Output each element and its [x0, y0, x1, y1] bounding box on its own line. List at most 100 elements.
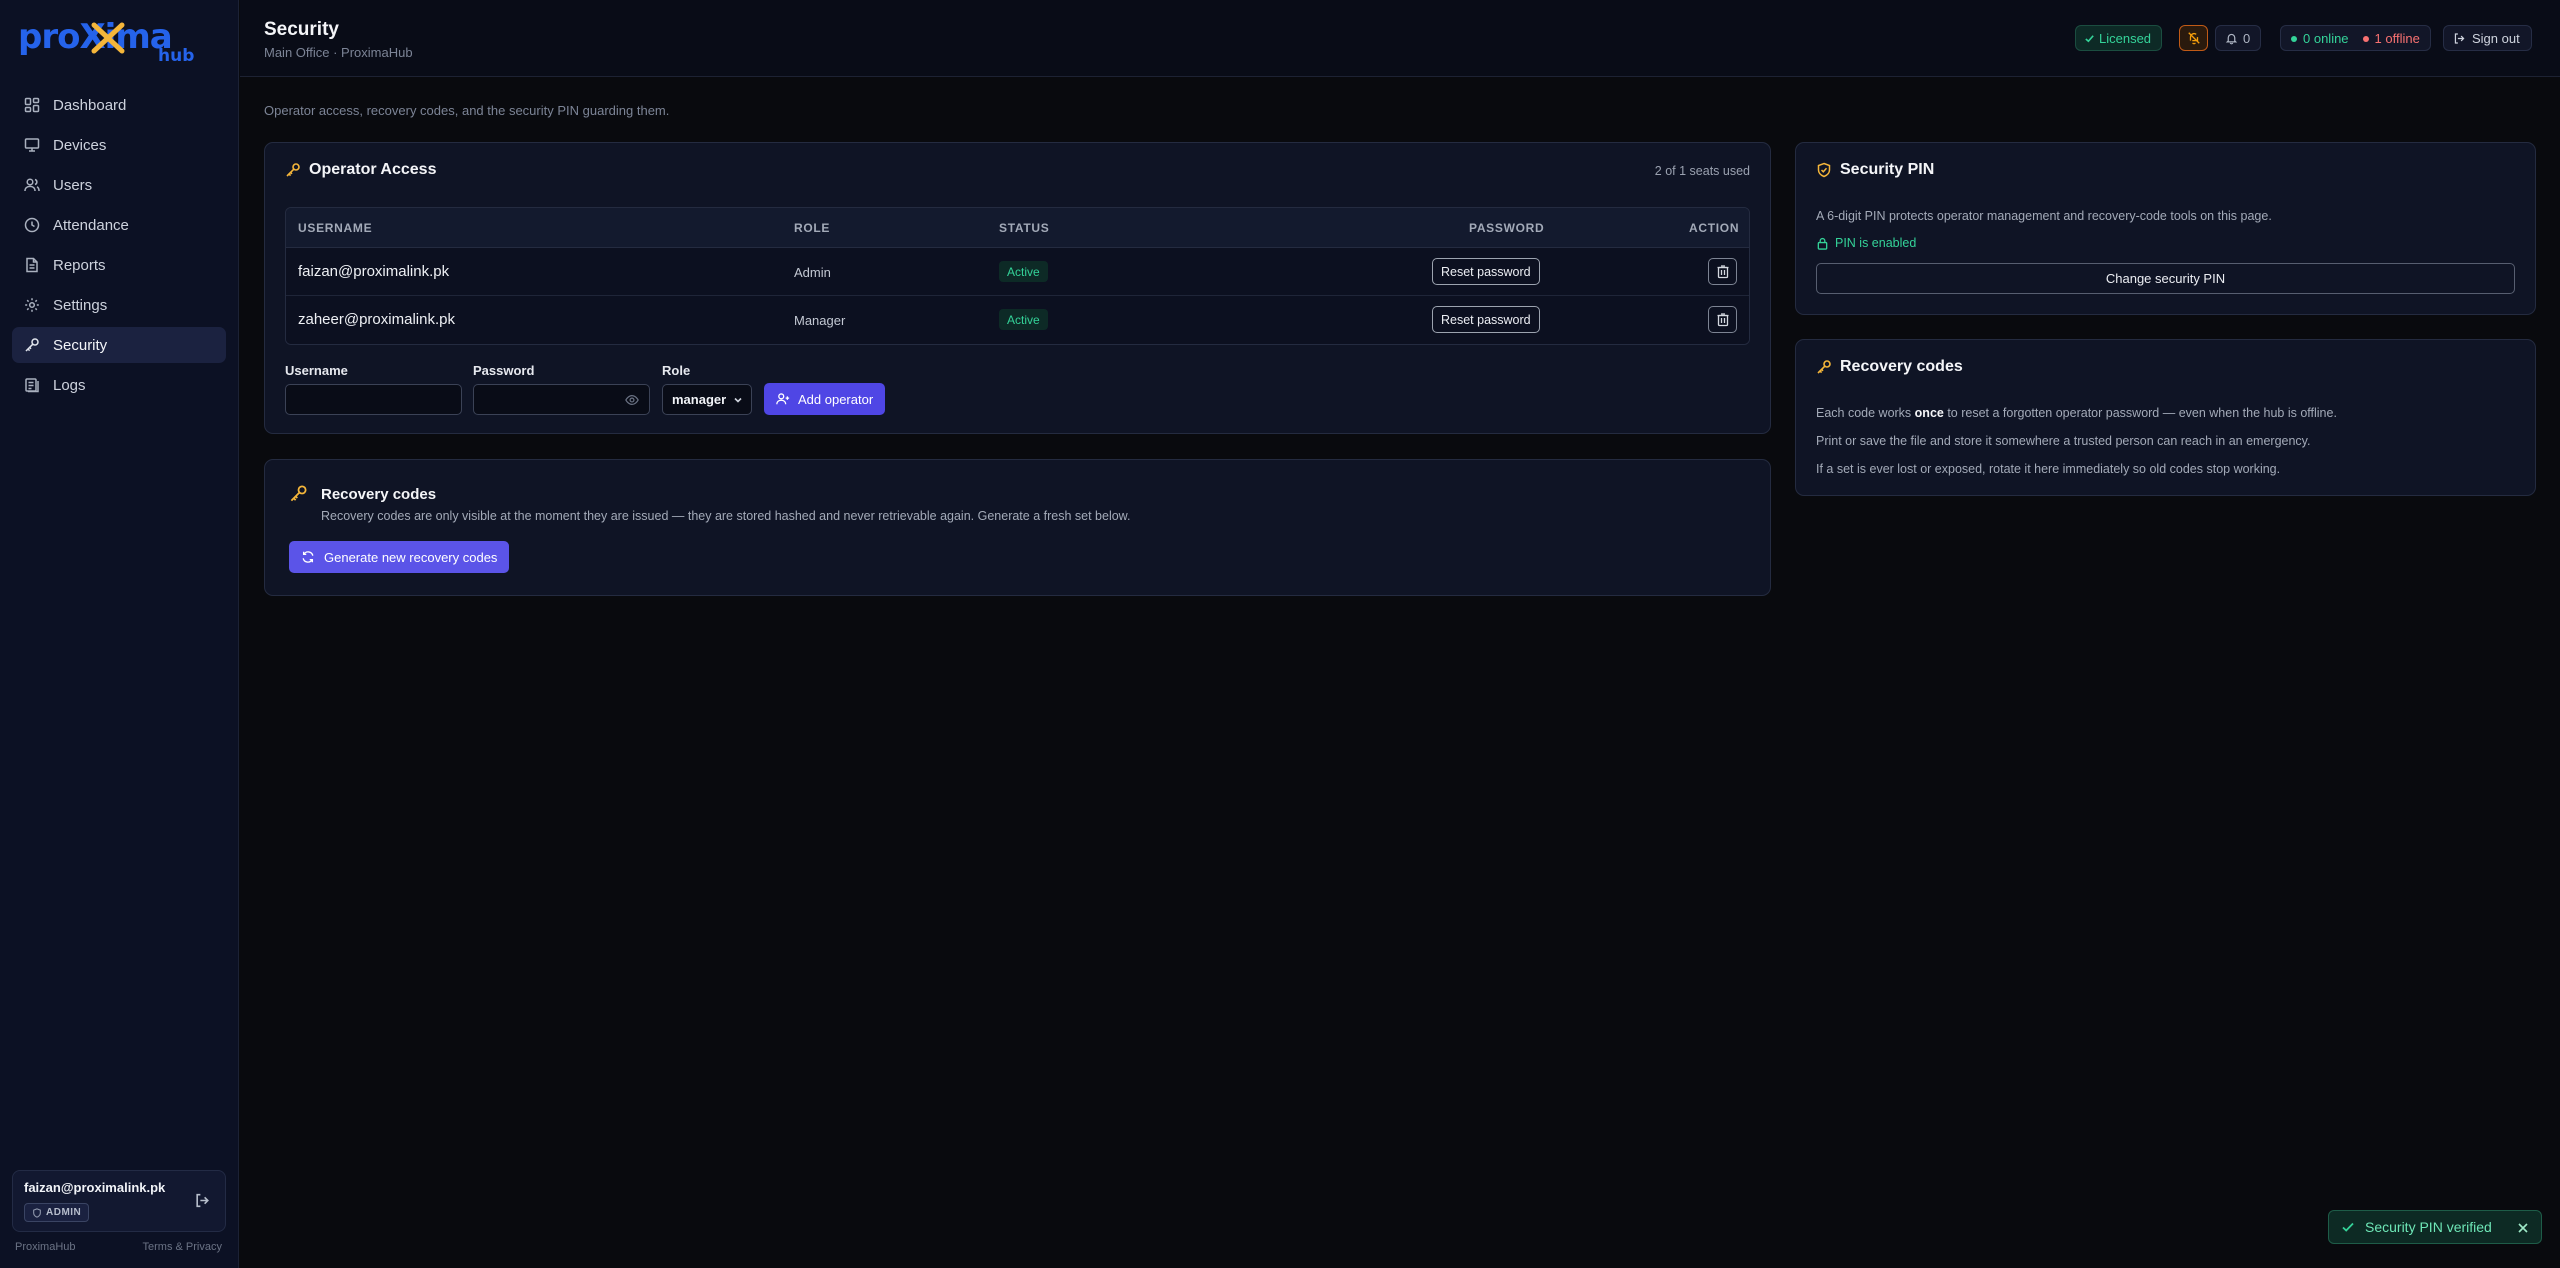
- sidebar-item-label: Security: [53, 336, 108, 354]
- delete-operator-button[interactable]: [1708, 258, 1737, 285]
- sidebar-item-settings[interactable]: Settings: [12, 287, 226, 323]
- lock-icon: [1817, 237, 1828, 250]
- recovery-codes-card: Recovery codes Recovery codes are only v…: [264, 459, 1771, 596]
- recovery-info-line-3: If a set is ever lost or exposed, rotate…: [1816, 462, 2281, 476]
- pin-status: PIN is enabled: [1816, 236, 1916, 250]
- col-status: STATUS: [999, 221, 1050, 235]
- sidebar-item-dashboard[interactable]: Dashboard: [12, 87, 226, 123]
- reset-password-button[interactable]: Reset password: [1432, 258, 1540, 285]
- recovery-info-line-1: Each code works once to reset a forgotte…: [1816, 406, 2337, 420]
- delete-operator-button[interactable]: [1708, 306, 1737, 333]
- user-card: faizan@proximalink.pk ADMIN: [12, 1170, 226, 1232]
- reset-password-button[interactable]: Reset password: [1432, 306, 1540, 333]
- sidebar-item-security[interactable]: Security: [12, 327, 226, 363]
- toast-message: Security PIN verified: [2365, 1219, 2492, 1235]
- col-action: ACTION: [1689, 221, 1740, 235]
- user-email: faizan@proximalink.pk: [24, 1180, 166, 1195]
- logout-icon[interactable]: [194, 1192, 211, 1209]
- logs-icon: [25, 378, 39, 393]
- operators-table: USERNAME ROLE STATUS PASSWORD ACTION fai…: [285, 207, 1750, 345]
- sidebar-item-users[interactable]: Users: [12, 167, 226, 203]
- device-status-pill[interactable]: 0 online 1 offline: [2280, 25, 2431, 51]
- status-badge: Active: [999, 261, 1048, 282]
- status-badge: Active: [999, 309, 1048, 330]
- grid-icon: [24, 97, 40, 113]
- table-header: USERNAME ROLE STATUS PASSWORD ACTION: [286, 208, 1749, 248]
- shield-check-icon: [1817, 162, 1831, 178]
- terms-link[interactable]: Terms & Privacy: [143, 1241, 222, 1253]
- user-plus-icon: [776, 393, 790, 405]
- sidebar-item-logs[interactable]: Logs: [12, 367, 226, 403]
- sidebar-item-label: Attendance: [53, 216, 129, 234]
- online-count: 0 online: [2291, 31, 2349, 46]
- file-icon: [26, 257, 38, 273]
- sidebar-item-label: Logs: [53, 376, 86, 394]
- username-input[interactable]: [285, 384, 462, 415]
- licensed-badge: Licensed: [2075, 25, 2163, 51]
- recovery-codes-title: Recovery codes: [321, 486, 437, 503]
- key-icon: [290, 485, 307, 502]
- bell-icon: [2225, 33, 2238, 44]
- breadcrumb: Main Office · ProximaHub: [264, 45, 413, 60]
- proximahub-logo[interactable]: proXima hub: [18, 17, 200, 63]
- col-username: USERNAME: [298, 221, 373, 235]
- col-password: PASSWORD: [1469, 221, 1545, 235]
- key-icon: [1817, 360, 1831, 374]
- sidebar-item-reports[interactable]: Reports: [12, 247, 226, 283]
- security-pin-title: Security PIN: [1816, 161, 1934, 179]
- operator-username: zaheer@proximalink.pk: [298, 311, 455, 328]
- trash-icon: [1717, 264, 1728, 278]
- shield-icon: [33, 1207, 41, 1218]
- operator-username: faizan@proximalink.pk: [298, 263, 450, 280]
- key-icon: [25, 338, 39, 352]
- check-icon: [2085, 34, 2094, 42]
- recovery-codes-info-card: Recovery codes Each code works once to r…: [1795, 339, 2536, 496]
- bell-off-icon: [2187, 32, 2200, 45]
- operator-access-card: Operator Access 2 of 1 seats used USERNA…: [264, 142, 1771, 434]
- chevron-down-icon: [734, 397, 742, 403]
- page-title: Security: [264, 19, 339, 40]
- sidebar-item-label: Settings: [53, 296, 108, 314]
- username-label: Username: [285, 363, 348, 378]
- monitor-icon: [24, 138, 40, 152]
- role-label: Role: [662, 363, 691, 378]
- recovery-codes-description: Recovery codes are only visible at the m…: [321, 509, 1131, 523]
- seats-used: 2 of 1 seats used: [1654, 164, 1750, 178]
- offline-count: 1 offline: [2362, 31, 2420, 46]
- logout-icon: [2454, 32, 2465, 44]
- sidebar-item-devices[interactable]: Devices: [12, 127, 226, 163]
- table-row: faizan@proximalink.pk Admin Active Reset…: [286, 248, 1749, 296]
- eye-icon[interactable]: [625, 393, 639, 407]
- sidebar-item-attendance[interactable]: Attendance: [12, 207, 226, 243]
- password-label: Password: [473, 363, 535, 378]
- check-icon: [2342, 1222, 2354, 1232]
- key-icon: [286, 163, 300, 177]
- role-select[interactable]: manager: [662, 384, 752, 415]
- add-operator-button[interactable]: Add operator: [764, 383, 886, 415]
- operator-role: Admin: [794, 265, 831, 280]
- sidebar-nav: Dashboard Devices Users Attendance Repor…: [12, 87, 226, 407]
- top-header: Security Main Office · ProximaHub Licens…: [240, 0, 2560, 77]
- generate-recovery-codes-button[interactable]: Generate new recovery codes: [289, 541, 510, 573]
- operator-role: Manager: [794, 313, 846, 328]
- sign-out-button[interactable]: Sign out: [2443, 25, 2532, 51]
- svg-text:hub: hub: [158, 46, 194, 63]
- toast-notification: Security PIN verified: [2328, 1210, 2542, 1244]
- change-security-pin-button[interactable]: Change security PIN: [1816, 263, 2515, 294]
- notifications-button[interactable]: 0: [2215, 25, 2262, 51]
- close-icon[interactable]: [2517, 1222, 2529, 1234]
- recovery-info-line-2: Print or save the file and store it some…: [1816, 434, 2311, 448]
- user-role-badge: ADMIN: [24, 1203, 90, 1222]
- refresh-icon: [302, 551, 314, 563]
- sidebar-item-label: Devices: [53, 136, 107, 154]
- col-role: ROLE: [794, 221, 831, 235]
- mute-alerts-button[interactable]: [2179, 25, 2208, 51]
- trash-icon: [1717, 312, 1728, 326]
- users-icon: [24, 178, 40, 192]
- sidebar-item-label: Reports: [53, 256, 106, 274]
- password-input[interactable]: [473, 384, 650, 415]
- gear-icon: [25, 298, 39, 312]
- table-row: zaheer@proximalink.pk Manager Active Res…: [286, 296, 1749, 344]
- security-pin-card: Security PIN A 6-digit PIN protects oper…: [1795, 142, 2536, 315]
- recovery-codes-info-title: Recovery codes: [1816, 358, 1963, 376]
